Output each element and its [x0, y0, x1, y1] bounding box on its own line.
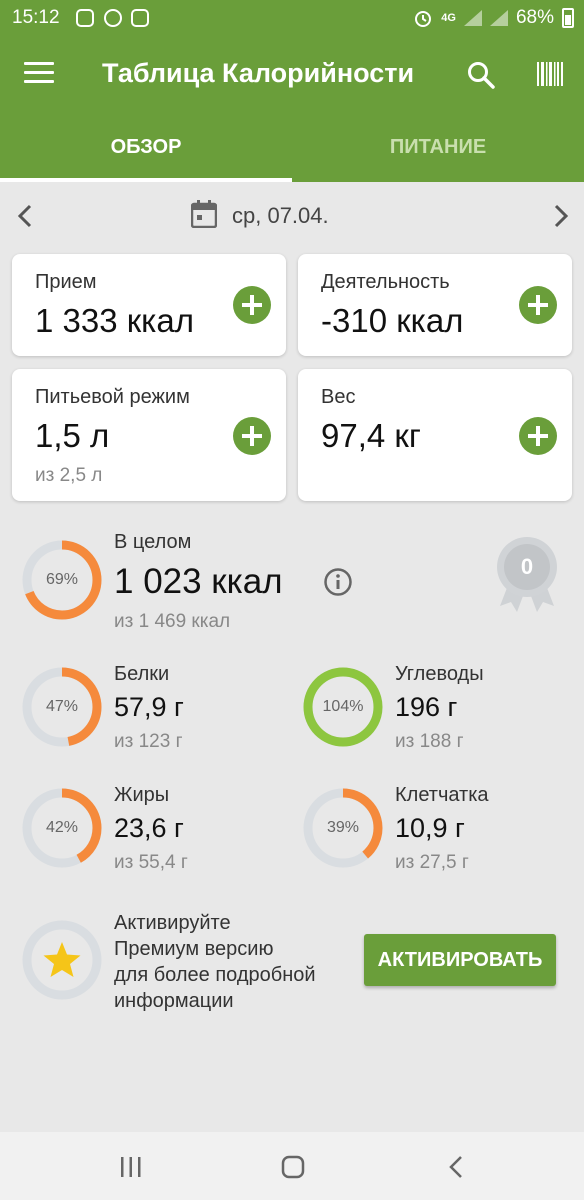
intake-label: Прием [35, 271, 97, 293]
add-water-button[interactable] [233, 417, 271, 455]
signal-icon [489, 10, 508, 26]
activate-premium-button[interactable]: АКТИВИРОВАТЬ [364, 934, 556, 986]
fat-goal: из 55,4 г [114, 852, 188, 873]
promo-line: для более подробной [114, 964, 316, 986]
fiber-value: 10,9 г [395, 813, 465, 843]
add-weight-button[interactable] [519, 417, 557, 455]
overall-goal: из 1 469 ккал [114, 611, 231, 632]
promo-line: информации [114, 990, 234, 1012]
carbs-goal: из 188 г [395, 731, 464, 752]
activity-value: -310 ккал [321, 302, 464, 339]
intake-card[interactable]: Прием 1 333 ккал [12, 254, 286, 356]
water-label: Питьевой режим [35, 386, 190, 408]
app-bar: Таблица Калорийности [0, 36, 584, 114]
weight-label: Вес [321, 386, 356, 408]
weight-value: 97,4 кг [321, 417, 421, 454]
tab-nutrition[interactable]: ПИТАНИЕ [292, 114, 584, 182]
activity-card[interactable]: Деятельность -310 ккал [298, 254, 572, 356]
carbs-label: Углеводы [395, 663, 484, 685]
premium-promo-text: Активируйте Премиум версию для более под… [114, 910, 354, 1014]
premium-star-badge [22, 920, 102, 1000]
alarm-icon [415, 11, 432, 27]
carbs-percent: 104% [322, 698, 364, 715]
calendar-icon[interactable] [191, 200, 217, 228]
promo-line: Премиум версию [114, 938, 274, 960]
add-intake-button[interactable] [233, 286, 271, 324]
water-goal: из 2,5 л [35, 465, 103, 486]
home-icon[interactable] [280, 1154, 306, 1180]
intake-value: 1 333 ккал [35, 302, 194, 339]
protein-goal: из 123 г [114, 731, 183, 752]
overall-label: В целом [114, 531, 192, 553]
status-time: 15:12 [12, 7, 60, 28]
system-navigation-bar [0, 1132, 584, 1200]
carbs-value: 196 г [395, 692, 458, 722]
barcode-icon[interactable] [536, 60, 564, 88]
search-icon[interactable] [466, 60, 496, 90]
fat-label: Жиры [114, 784, 170, 806]
fat-percent: 42% [45, 819, 79, 836]
overall-percent: 69% [45, 571, 79, 588]
chevron-left-icon[interactable] [12, 202, 40, 230]
chevron-right-icon[interactable] [546, 202, 574, 230]
water-value: 1,5 л [35, 417, 110, 454]
protein-percent: 47% [45, 698, 79, 715]
battery-icon [562, 8, 574, 28]
add-activity-button[interactable] [519, 286, 557, 324]
recent-apps-icon[interactable] [118, 1154, 144, 1180]
status-bar: 15:12 4G 68% [0, 0, 584, 36]
overall-value: 1 023 ккал [114, 562, 283, 601]
star-icon [43, 942, 81, 977]
fat-value: 23,6 г [114, 813, 184, 843]
menu-icon[interactable] [24, 62, 54, 86]
app-title: Таблица Калорийности [102, 58, 415, 88]
weight-card[interactable]: Вес 97,4 кг [298, 369, 572, 501]
fiber-label: Клетчатка [395, 784, 489, 806]
award-badge[interactable]: 0 [494, 534, 560, 616]
tab-bar: ОБЗОР ПИТАНИЕ [0, 114, 584, 182]
info-icon[interactable] [323, 567, 353, 597]
protein-value: 57,9 г [114, 692, 184, 722]
tab-overview[interactable]: ОБЗОР [0, 114, 292, 182]
fiber-goal: из 27,5 г [395, 852, 469, 873]
badge-count: 0 [520, 554, 534, 579]
instagram-icon [76, 9, 94, 27]
back-icon[interactable] [444, 1154, 470, 1180]
network-type: 4G [441, 12, 456, 24]
fiber-percent: 39% [326, 819, 360, 836]
date-label[interactable]: ср, 07.04. [232, 203, 329, 229]
activity-label: Деятельность [321, 271, 450, 293]
app-icon [131, 9, 149, 27]
battery-percent: 68% [515, 7, 554, 28]
signal-icon [463, 10, 482, 26]
water-card[interactable]: Питьевой режим 1,5 л из 2,5 л [12, 369, 286, 501]
promo-line: Активируйте [114, 912, 231, 934]
protein-label: Белки [114, 663, 170, 685]
shield-icon [104, 9, 122, 27]
date-navigation: ср, 07.04. [0, 182, 584, 250]
status-right: 4G 68% [413, 7, 574, 29]
